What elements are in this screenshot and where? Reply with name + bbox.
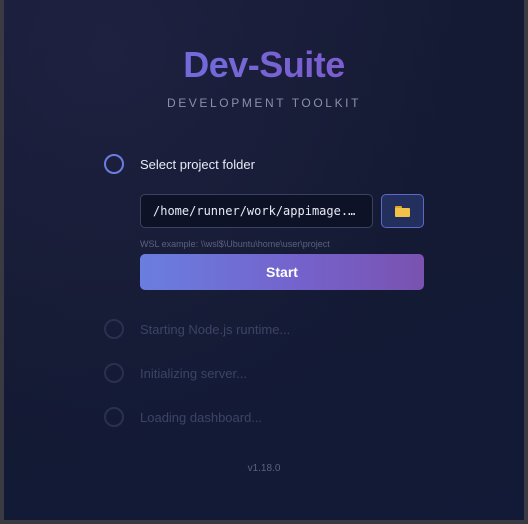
app-subtitle: DEVELOPMENT TOOLKIT [166, 96, 362, 110]
folder-icon [395, 205, 410, 217]
app-title: Dev-Suite [4, 44, 524, 86]
step-loading-dashboard: Loading dashboard... [104, 405, 262, 429]
step-label: Loading dashboard... [140, 409, 263, 425]
version-label: v1.18.0 [247, 463, 281, 474]
step-status-circle-icon [104, 154, 124, 174]
launcher-window: Dev-Suite DEVELOPMENT TOOLKIT Select pro… [4, 0, 524, 520]
step-status-circle-icon [104, 363, 124, 383]
step-initializing-server: Initializing server... [104, 361, 247, 385]
step-status-circle-icon [104, 319, 124, 339]
project-folder-input[interactable]: /home/runner/work/appimage... [140, 194, 373, 228]
step-starting-node-runtime: Starting Node.js runtime... [104, 317, 290, 341]
step-select-project-folder: Select project folder [104, 152, 255, 176]
window-frame-bottom [0, 520, 528, 524]
wsl-hint-text: WSL example: \\wsl$\Ubuntu\home\user\pro… [140, 239, 330, 249]
step-label: Starting Node.js runtime... [140, 321, 291, 337]
step-status-circle-icon [104, 407, 124, 427]
start-button[interactable]: Start [140, 254, 424, 290]
window-frame-right [524, 0, 528, 524]
browse-folder-button[interactable] [381, 194, 424, 228]
step-label: Initializing server... [140, 365, 247, 381]
step-label: Select project folder [140, 156, 255, 172]
